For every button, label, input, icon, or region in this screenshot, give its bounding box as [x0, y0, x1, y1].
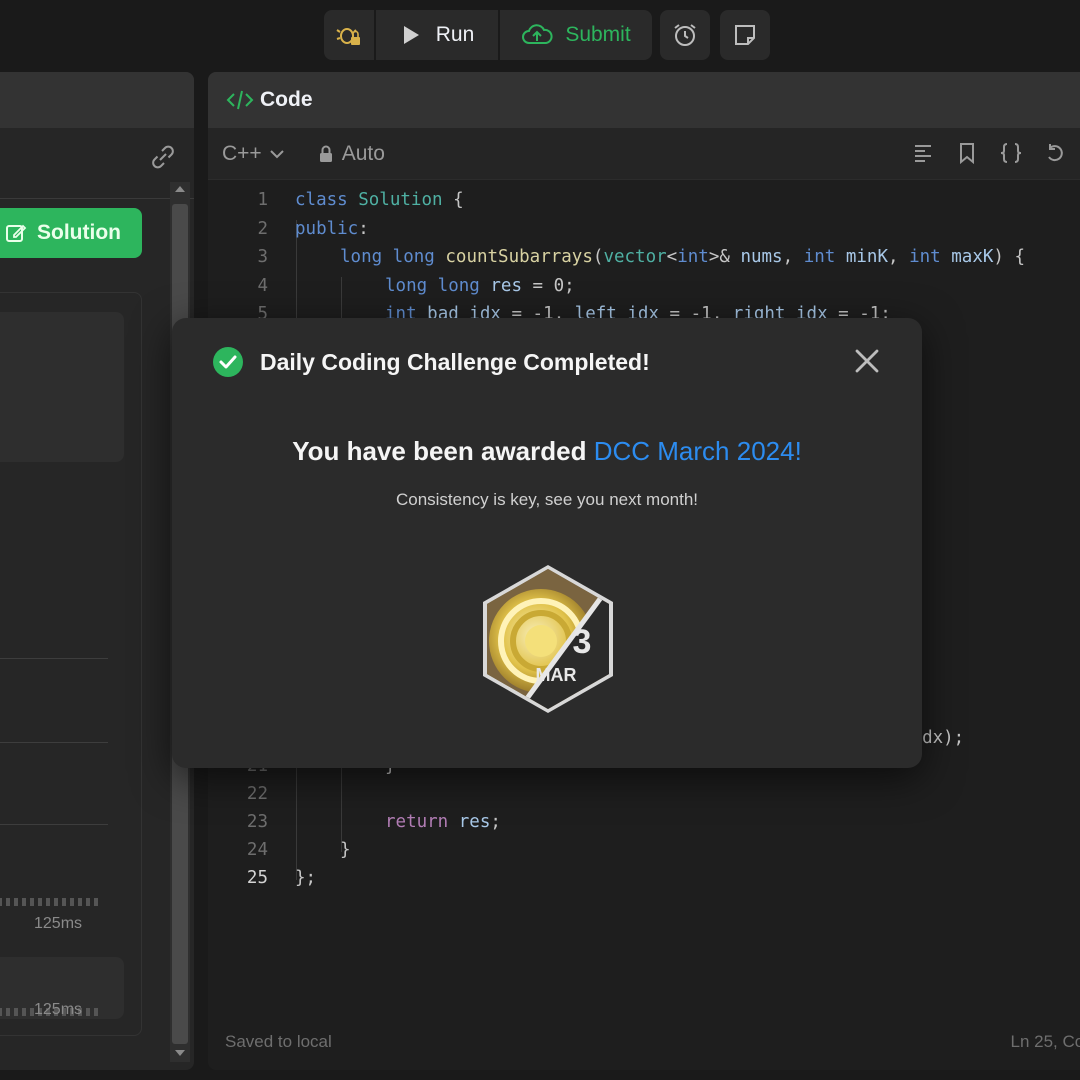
runtime-histogram — [0, 898, 100, 906]
notes-button[interactable] — [720, 10, 770, 60]
scroll-up-icon[interactable] — [173, 184, 187, 194]
code-line: 1 class Solution { — [208, 190, 1080, 218]
braces-button[interactable] — [998, 140, 1024, 166]
edit-icon — [6, 224, 27, 242]
reset-button[interactable] — [1042, 140, 1068, 166]
divider-line — [0, 658, 108, 659]
format-button[interactable] — [910, 140, 936, 166]
mode-label: Auto — [341, 141, 385, 165]
modal-title: Daily Coding Challenge Completed! — [260, 348, 650, 375]
challenge-completed-modal: Daily Coding Challenge Completed! You ha… — [172, 318, 922, 768]
code-line-text: } — [340, 840, 351, 860]
divider-line — [0, 824, 108, 825]
line-number: 3 — [257, 247, 268, 267]
code-line-text: long long res = 0; — [385, 276, 575, 296]
link-icon[interactable] — [148, 142, 178, 172]
bug-lock-icon — [336, 28, 360, 45]
modal-subtitle: Consistency is key, see you next month! — [395, 490, 699, 509]
scroll-down-icon[interactable] — [173, 1048, 187, 1058]
braces-icon — [1000, 143, 1022, 163]
submit-button[interactable]: Submit — [500, 10, 652, 60]
left-panel-header — [0, 72, 194, 128]
code-line-text: long long countSubarrays(vector<int>& nu… — [340, 247, 1026, 267]
solution-button[interactable]: Solution — [0, 208, 142, 258]
code-line: 4 long long res = 0; — [208, 276, 1080, 304]
code-line-text: class Solution { — [295, 190, 464, 210]
cursor-position: Ln 25, Col — [1010, 1032, 1080, 1051]
timer-button[interactable] — [660, 10, 710, 60]
run-button[interactable]: Run — [376, 10, 498, 60]
language-label: C++ — [222, 141, 262, 165]
award-name: DCC March 2024! — [593, 436, 802, 466]
code-panel-header: Code — [208, 72, 1080, 128]
solution-label: Solution — [37, 221, 121, 244]
lock-icon — [319, 145, 332, 162]
debug-button[interactable] — [324, 10, 374, 60]
code-line-text: public: — [295, 219, 369, 239]
play-icon — [403, 26, 419, 44]
language-select[interactable]: C++ — [222, 142, 286, 166]
badge-number: 3 — [573, 623, 592, 661]
award-prefix: You have been awarded — [292, 436, 587, 466]
submission-summary — [0, 312, 124, 462]
code-line: 25 }; — [208, 868, 1080, 896]
check-circle-icon — [213, 347, 243, 377]
line-number: 4 — [257, 276, 268, 296]
cloud-upload-icon — [522, 24, 553, 44]
auto-mode-toggle[interactable]: Auto — [318, 142, 385, 166]
editor-tools — [910, 140, 1068, 166]
code-line: 3 long long countSubarrays(vector<int>& … — [208, 247, 1080, 275]
close-icon[interactable] — [852, 346, 882, 376]
code-line: 23 return res; — [208, 812, 1080, 840]
line-number: 2 — [257, 219, 268, 239]
code-line: 2 public: — [208, 219, 1080, 247]
run-label: Run — [435, 23, 475, 46]
memory-label: 125ms — [34, 1001, 83, 1018]
run-submit-group: Run Submit — [324, 10, 652, 60]
badge-month: MAR — [536, 665, 577, 685]
chevron-down-icon — [269, 149, 284, 158]
editor-toolbar: C++ Auto — [208, 128, 1080, 180]
line-number: 22 — [246, 784, 268, 804]
code-line-text: return res; — [385, 812, 501, 832]
line-number: 25 — [246, 868, 268, 888]
code-icon — [226, 90, 254, 110]
line-number: 1 — [257, 190, 268, 210]
bookmark-icon — [960, 143, 974, 164]
line-number: 24 — [246, 840, 268, 860]
note-icon — [735, 25, 755, 45]
undo-icon — [1048, 144, 1063, 162]
runtime-label: 125ms — [34, 915, 83, 932]
alarm-clock-icon — [674, 24, 696, 46]
code-panel-title: Code — [260, 88, 313, 111]
line-number: 23 — [246, 812, 268, 832]
submit-label: Submit — [565, 23, 631, 46]
code-line-text: }; — [295, 868, 317, 888]
bookmark-button[interactable] — [954, 140, 980, 166]
code-line: 22 — [208, 784, 1080, 812]
align-left-icon — [915, 145, 931, 162]
modal-header: Daily Coding Challenge Completed! — [212, 346, 650, 378]
top-toolbar: Run Submit — [0, 10, 1080, 62]
code-line: 24 } — [208, 840, 1080, 868]
divider-line — [0, 742, 108, 743]
left-panel-divider — [0, 198, 194, 199]
save-status: Saved to local — [225, 1032, 332, 1051]
award-message: You have been awarded DCC March 2024! — [172, 436, 922, 467]
left-panel: Solution 125ms 125ms — [0, 72, 194, 1070]
dcc-badge-icon: 3 MAR — [483, 565, 613, 713]
